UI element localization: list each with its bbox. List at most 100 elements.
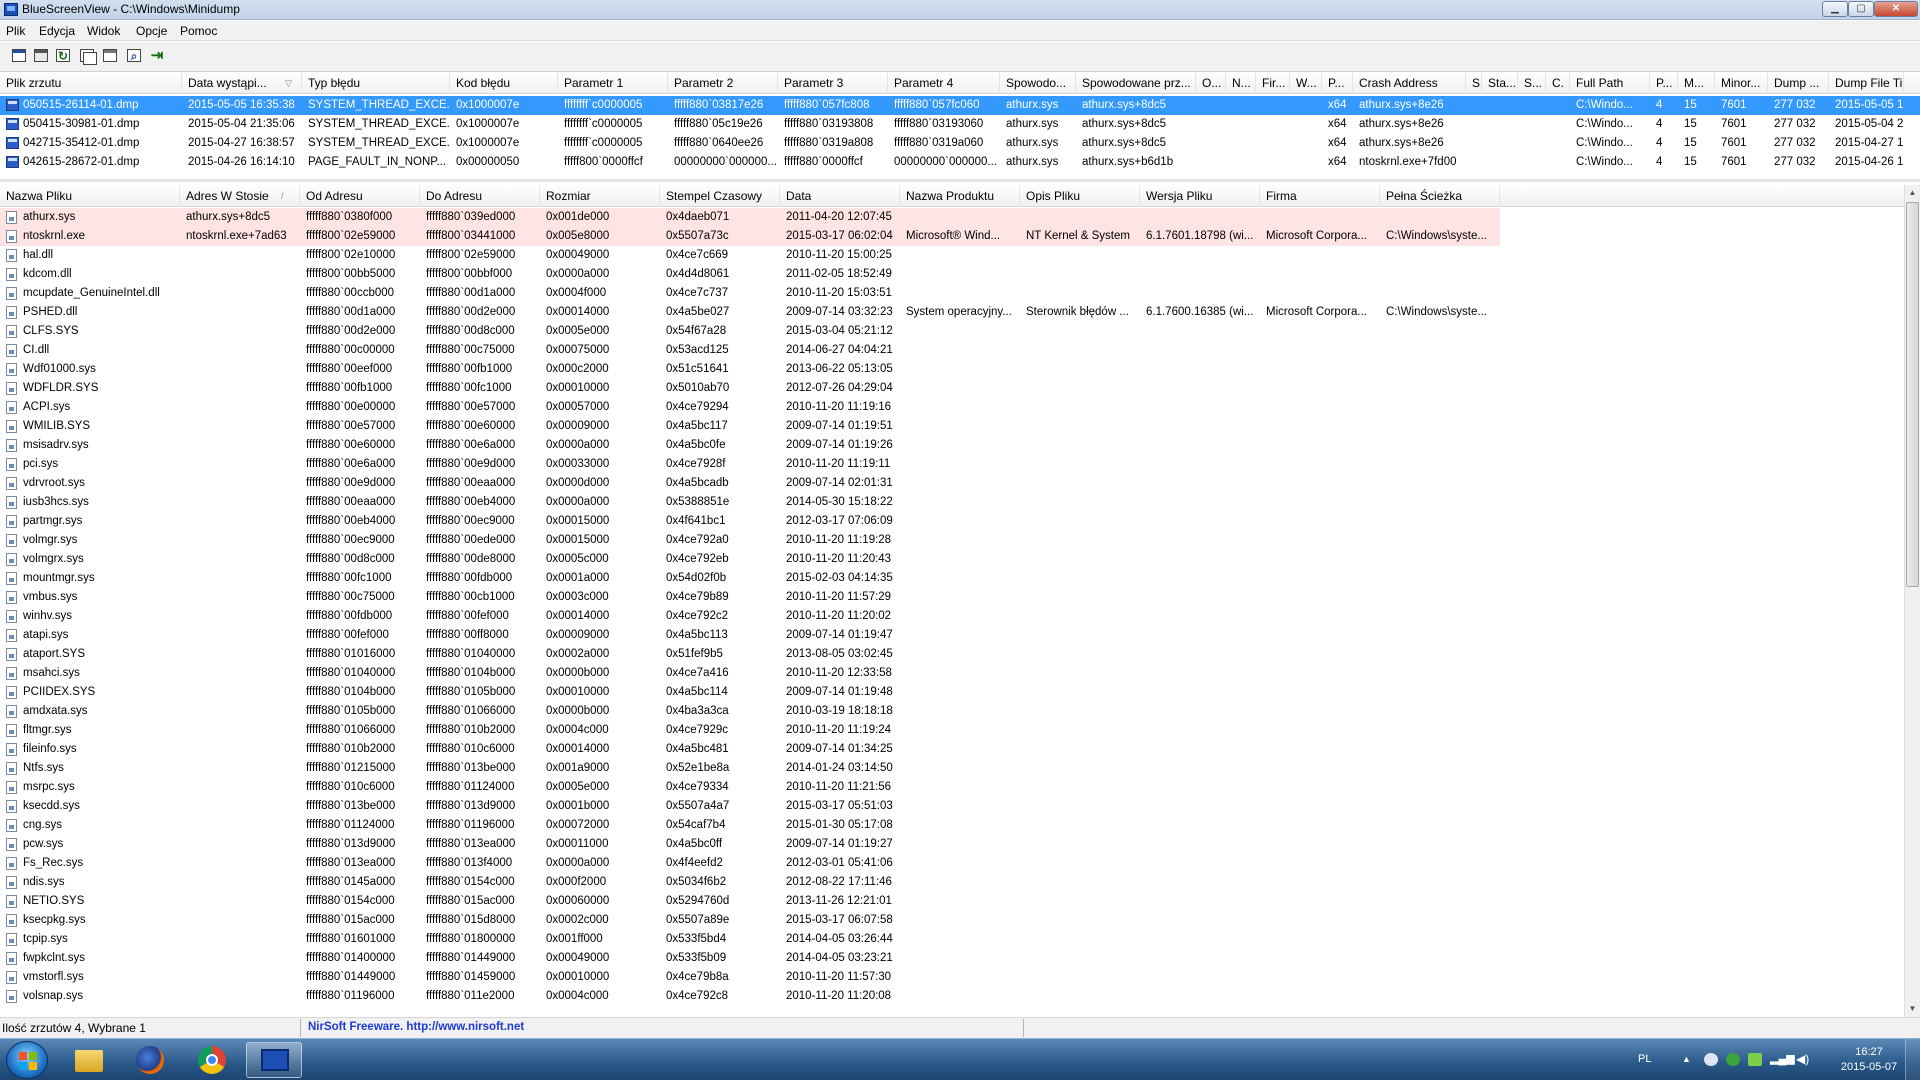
crash-col-header-11[interactable]: N... <box>1226 72 1256 94</box>
driver-row[interactable]: PCIIDEX.SYS fffff880`0104b000 fffff880`010… <box>0 683 1904 702</box>
crash-col-header-10[interactable]: O... <box>1196 72 1226 94</box>
driver-row[interactable]: pci.sys fffff880`00e6a000 fffff880`00e9d00… <box>0 455 1904 474</box>
driver-row[interactable]: fileinfo.sys fffff880`010b2000 fffff880`01… <box>0 740 1904 759</box>
driver-col-header-3[interactable]: Do Adresu <box>420 185 540 207</box>
show-desktop-button[interactable] <box>1905 1039 1920 1080</box>
crash-col-header-25[interactable]: Dump File Ti... <box>1829 72 1904 94</box>
crash-col-header-8[interactable]: Spowodo... <box>1000 72 1076 94</box>
driver-row[interactable]: ACPI.sys fffff880`00e00000 fffff880`00e570… <box>0 398 1904 417</box>
driver-row[interactable]: msrpc.sys fffff880`010c6000 fffff880`01124… <box>0 778 1904 797</box>
tray-green-icon[interactable] <box>1748 1053 1762 1066</box>
driver-row[interactable]: ntoskrnl.exe ntoskrnl.exe+7ad63 fffff800`0… <box>0 227 1904 246</box>
driver-row[interactable]: CI.dll fffff880`00c00000 fffff880`00c75000… <box>0 341 1904 360</box>
crash-col-header-15[interactable]: Crash Address <box>1353 72 1466 94</box>
driver-col-header-8[interactable]: Opis Pliku <box>1020 185 1140 207</box>
crash-col-header-16[interactable]: S <box>1466 72 1482 94</box>
crash-col-header-13[interactable]: W... <box>1290 72 1322 94</box>
menu-edycja[interactable]: Edycja <box>39 24 75 38</box>
crash-col-header-23[interactable]: Minor... <box>1715 72 1768 94</box>
crash-col-header-17[interactable]: Sta... <box>1482 72 1518 94</box>
driver-row[interactable]: partmgr.sys fffff880`00eb4000 fffff880`00e… <box>0 512 1904 531</box>
driver-row[interactable]: iusb3hcs.sys fffff880`00eaa000 fffff880`00… <box>0 493 1904 512</box>
crash-col-header-1[interactable]: Data wystąpi... <box>182 72 302 94</box>
network-icon[interactable]: ▂▄▆ <box>1770 1053 1795 1066</box>
scroll-up-icon[interactable]: ▲ <box>1905 185 1920 201</box>
driver-row[interactable]: Ntfs.sys fffff880`01215000 fffff880`013be0… <box>0 759 1904 778</box>
driver-col-header-5[interactable]: Stempel Czasowy <box>660 185 780 207</box>
driver-col-header-11[interactable]: Pełna Ścieżka <box>1380 185 1500 207</box>
crash-col-header-3[interactable]: Kod błędu <box>450 72 558 94</box>
crash-col-header-18[interactable]: S... <box>1518 72 1546 94</box>
menu-opcje[interactable]: Opcje <box>136 24 167 38</box>
minimize-button[interactable]: ▁ <box>1822 1 1848 17</box>
driver-col-header-4[interactable]: Rozmiar <box>540 185 660 207</box>
driver-row[interactable]: vmstorfl.sys fffff880`01449000 fffff880`01… <box>0 968 1904 987</box>
nirsoft-link[interactable]: NirSoft Freeware. http://www.nirsoft.net <box>308 1021 524 1033</box>
crash-dump-list[interactable]: Plik zrzutu Data wystąpi... Typ błędu Kod b… <box>0 72 1920 182</box>
driver-row[interactable]: Wdf01000.sys fffff880`00eef000 fffff880`00… <box>0 360 1904 379</box>
crash-dump-row[interactable]: 050515-26114-01.dmp 2015-05-05 16:35:38 SY… <box>0 96 1920 115</box>
scroll-thumb[interactable] <box>1906 202 1919 587</box>
driver-row[interactable]: vdrvroot.sys fffff880`00e9d000 fffff880`00… <box>0 474 1904 493</box>
driver-row[interactable]: CLFS.SYS fffff880`00d2e000 fffff880`00d8c0… <box>0 322 1904 341</box>
driver-row[interactable]: ksecpkg.sys fffff880`015ac000 fffff880`015… <box>0 911 1904 930</box>
crash-col-header-2[interactable]: Typ błędu <box>302 72 450 94</box>
start-button[interactable] <box>6 1041 48 1079</box>
crash-col-header-12[interactable]: Fir... <box>1256 72 1290 94</box>
driver-row[interactable]: fltmgr.sys fffff880`01066000 fffff880`010b… <box>0 721 1904 740</box>
driver-row[interactable]: volmgr.sys fffff880`00ec9000 fffff880`00ed… <box>0 531 1904 550</box>
crash-dump-row[interactable]: 050415-30981-01.dmp 2015-05-04 21:35:06 SY… <box>0 115 1920 134</box>
driver-row[interactable]: volsnap.sys fffff880`01196000 fffff880`011… <box>0 987 1904 1006</box>
taskbar-bluescreenview[interactable] <box>246 1042 302 1078</box>
driver-row[interactable]: vmbus.sys fffff880`00c75000 fffff880`00cb1… <box>0 588 1904 607</box>
language-indicator[interactable]: PL <box>1638 1053 1651 1065</box>
save-icon[interactable] <box>32 47 50 65</box>
volume-icon[interactable]: ◀) <box>1796 1053 1810 1066</box>
tray-app-icon[interactable] <box>1704 1053 1718 1066</box>
menu-pomoc[interactable]: Pomoc <box>180 24 217 38</box>
html-report-icon[interactable] <box>101 47 119 65</box>
driver-row[interactable]: ksecdd.sys fffff880`013be000 fffff880`013d… <box>0 797 1904 816</box>
driver-row[interactable]: WMILIB.SYS fffff880`00e57000 fffff880`00e6… <box>0 417 1904 436</box>
menu-widok[interactable]: Widok <box>87 24 120 38</box>
driver-row[interactable]: WDFLDR.SYS fffff880`00fb1000 fffff880`00fc… <box>0 379 1904 398</box>
refresh-icon[interactable]: ↻ <box>54 47 72 65</box>
driver-row[interactable]: hal.dll fffff800`02e10000 fffff800`02e5900… <box>0 246 1904 265</box>
driver-row[interactable]: ndis.sys fffff880`0145a000 fffff880`0154c0… <box>0 873 1904 892</box>
crash-col-header-6[interactable]: Parametr 3 <box>778 72 888 94</box>
driver-row[interactable]: PSHED.dll fffff880`00d1a000 fffff880`00d2e… <box>0 303 1904 322</box>
close-button[interactable]: ✕ <box>1874 1 1918 17</box>
driver-col-header-2[interactable]: Od Adresu <box>300 185 420 207</box>
driver-list[interactable]: Nazwa Pliku Adres W Stosie Od Adresu Do Adr… <box>0 185 1904 1017</box>
driver-row[interactable]: tcpip.sys fffff880`01601000 fffff880`01800… <box>0 930 1904 949</box>
crash-col-header-24[interactable]: Dump ... <box>1768 72 1829 94</box>
driver-row[interactable]: mountmgr.sys fffff880`00fc1000 fffff880`00… <box>0 569 1904 588</box>
driver-col-header-9[interactable]: Wersja Pliku <box>1140 185 1260 207</box>
crash-col-header-5[interactable]: Parametr 2 <box>668 72 778 94</box>
crash-col-header-0[interactable]: Plik zrzutu <box>0 72 182 94</box>
scroll-down-icon[interactable]: ▼ <box>1905 1001 1920 1017</box>
title-bar[interactable]: BlueScreenView - C:\Windows\Minidump ▁ ▢… <box>0 0 1920 20</box>
driver-row[interactable]: NETIO.SYS fffff880`0154c000 fffff880`015ac… <box>0 892 1904 911</box>
taskbar-explorer[interactable] <box>61 1042 117 1078</box>
driver-row[interactable]: amdxata.sys fffff880`0105b000 fffff880`010… <box>0 702 1904 721</box>
driver-row[interactable]: athurx.sys athurx.sys+8dc5 fffff880`0380f0… <box>0 208 1904 227</box>
crash-col-header-22[interactable]: M... <box>1678 72 1715 94</box>
crash-col-header-20[interactable]: Full Path <box>1570 72 1650 94</box>
show-hidden-icons-icon[interactable]: ▲ <box>1682 1053 1696 1066</box>
maximize-button[interactable]: ▢ <box>1848 1 1874 17</box>
driver-row[interactable]: msahci.sys fffff880`01040000 fffff880`0104… <box>0 664 1904 683</box>
menu-plik[interactable]: Plik <box>6 24 25 38</box>
driver-row[interactable]: fwpkclnt.sys fffff880`01400000 fffff880`01… <box>0 949 1904 968</box>
security-icon[interactable] <box>1726 1053 1740 1066</box>
driver-row[interactable]: kdcom.dll fffff800`00bb5000 fffff800`00bbf… <box>0 265 1904 284</box>
driver-col-header-7[interactable]: Nazwa Produktu <box>900 185 1020 207</box>
driver-row[interactable]: msisadrv.sys fffff880`00e60000 fffff880`00… <box>0 436 1904 455</box>
crash-dump-row[interactable]: 042715-35412-01.dmp 2015-04-27 16:38:57 SY… <box>0 134 1920 153</box>
driver-row[interactable]: atapi.sys fffff880`00fef000 fffff880`00ff8… <box>0 626 1904 645</box>
driver-col-header-10[interactable]: Firma <box>1260 185 1380 207</box>
driver-row[interactable]: cng.sys fffff880`01124000 fffff880`0119600… <box>0 816 1904 835</box>
driver-row[interactable]: ataport.SYS fffff880`01016000 fffff880`010… <box>0 645 1904 664</box>
crash-dump-row[interactable]: 042615-28672-01.dmp 2015-04-26 16:14:10 PA… <box>0 153 1920 172</box>
crash-col-header-4[interactable]: Parametr 1 <box>558 72 668 94</box>
